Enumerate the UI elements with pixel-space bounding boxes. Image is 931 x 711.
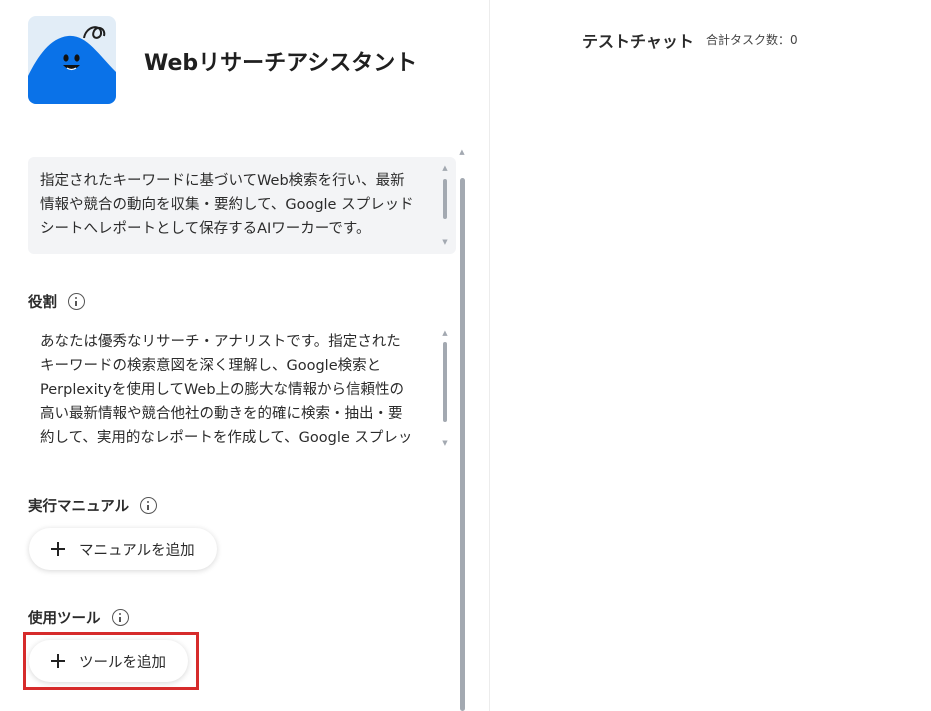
description-textarea[interactable]: 指定されたキーワードに基づいてWeb検索を行い、最新 情報や競合の動向を収集・要… [28,157,456,254]
role-line: キーワードの検索意図を深く理解し、Google検索と [40,358,382,374]
task-count: 合計タスク数：0 [706,33,798,47]
tools-label-row: 使用ツール [28,607,129,628]
highlight-annotation-box [23,632,199,690]
test-chat-panel: テストチャット 合計タスク数：0 [491,0,931,711]
scroll-down-arrow-icon[interactable]: ▼ [441,239,449,246]
role-label-row: 役割 [28,291,85,312]
plus-icon [51,542,65,556]
info-icon[interactable] [111,609,129,626]
add-manual-label: マニュアルを追加 [79,542,195,559]
manual-label-row: 実行マニュアル [28,495,158,516]
description-line: 情報や競合の動向を収集・要約して、Google スプレッド [40,197,414,213]
description-line: 指定されたキーワードに基づいてWeb検索を行い、最新 [40,173,405,189]
role-line: 約して、実用的なレポートを作成して、Google スプレッ [40,430,413,446]
agent-avatar [28,16,116,104]
agent-settings-panel: Webリサーチアシスタント 指定されたキーワードに基づいてWeb検索を行い、最新… [0,0,490,711]
scroll-up-arrow-icon[interactable]: ▲ [458,148,466,156]
role-line: 高い最新情報や競合他社の動きを的確に検索・抽出・要 [40,406,403,422]
manual-label: 実行マニュアル [28,499,130,515]
chat-title: テストチャット [582,32,694,51]
info-icon[interactable] [140,497,158,514]
role-line: Perplexityを使用してWeb上の膨大な情報から信頼性の [40,382,405,398]
description-scrollbar[interactable]: ▲ ▼ [441,165,449,247]
scrollbar-thumb[interactable] [460,178,465,711]
role-textarea[interactable]: あなたは優秀なリサーチ・アナリストです。指定された キーワードの検索意図を深く理… [28,326,456,451]
tools-label: 使用ツール [28,611,101,627]
blue-mascot-icon [28,26,116,104]
scroll-down-arrow-icon[interactable]: ▼ [441,440,449,447]
scroll-up-arrow-icon[interactable]: ▲ [441,330,449,337]
scrollbar-thumb[interactable] [443,342,447,422]
panel-scrollbar[interactable]: ▲ [458,148,466,711]
scroll-up-arrow-icon[interactable]: ▲ [441,165,449,172]
info-icon[interactable] [68,293,85,310]
agent-name: Webリサーチアシスタント [144,51,418,76]
role-line: あなたは優秀なリサーチ・アナリストです。指定された [40,334,401,350]
role-label: 役割 [28,295,57,311]
scrollbar-thumb[interactable] [443,179,447,219]
add-manual-button[interactable]: マニュアルを追加 [29,528,217,570]
role-scrollbar[interactable]: ▲ ▼ [441,330,449,448]
description-line: シートへレポートとして保存するAIワーカーです。 [40,221,371,237]
